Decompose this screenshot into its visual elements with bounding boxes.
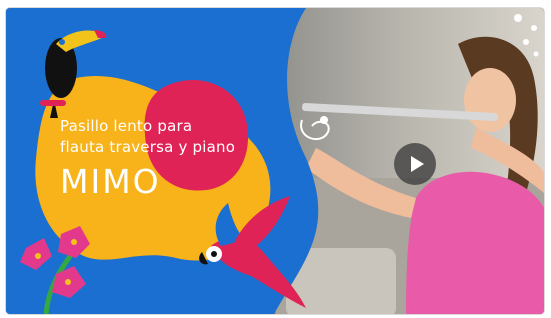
pink-top xyxy=(406,171,544,314)
play-button[interactable] xyxy=(394,143,436,185)
face-shape xyxy=(464,68,516,132)
video-thumbnail[interactable]: Pasillo lento para flauta traversa y pia… xyxy=(6,8,544,314)
piece-subtitle: Pasillo lento para flauta traversa y pia… xyxy=(60,117,236,156)
play-icon xyxy=(411,156,424,172)
title-block: Pasillo lento para flauta traversa y pia… xyxy=(60,116,270,200)
piece-title: MIMO xyxy=(60,162,161,201)
